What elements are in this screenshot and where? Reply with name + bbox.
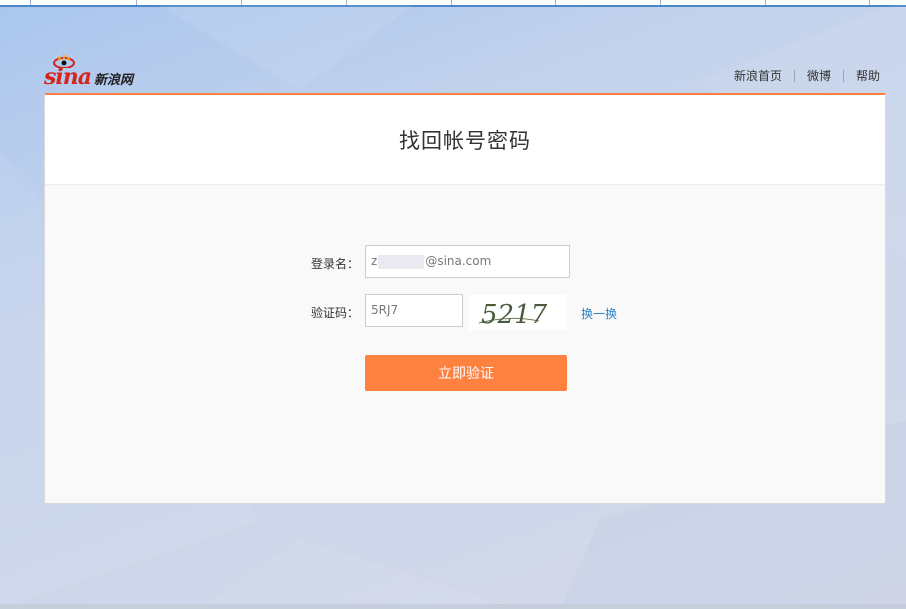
captcha-graphic: 5217 xyxy=(478,300,548,330)
refresh-captcha-link[interactable]: 换一换 xyxy=(581,305,617,322)
username-suffix: @sina.com xyxy=(425,254,492,268)
nav-divider xyxy=(793,69,795,82)
nav-help-link[interactable]: 帮助 xyxy=(856,67,880,84)
page-title: 找回帐号密码 xyxy=(399,128,531,153)
nav-divider xyxy=(842,69,844,82)
captcha-image[interactable]: 5217 xyxy=(469,295,567,330)
bottom-strip xyxy=(0,604,906,609)
sina-logo[interactable]: sina 新浪网 xyxy=(44,54,154,90)
nav-sina-home-link[interactable]: 新浪首页 xyxy=(734,67,782,84)
captcha-text: 5217 xyxy=(481,300,548,330)
captcha-input-value: 5RJ7 xyxy=(371,303,399,317)
verify-button[interactable]: 立即验证 xyxy=(365,355,567,391)
username-label: 登录名： xyxy=(310,257,359,271)
captcha-label: 验证码： xyxy=(310,306,359,320)
recover-panel: 找回帐号密码 登录名： z @sina.com 验证码： 5RJ7 5217 换一… xyxy=(44,93,886,504)
captcha-input[interactable]: 5RJ7 xyxy=(365,294,463,327)
logo-subtext: 新浪网 xyxy=(94,73,134,88)
username-input[interactable]: z @sina.com xyxy=(365,245,570,278)
top-nav: 新浪首页 微博 帮助 xyxy=(734,67,880,84)
username-prefix: z xyxy=(371,254,378,268)
username-redaction xyxy=(378,254,425,269)
panel-header: 找回帐号密码 xyxy=(45,95,885,185)
logo-text: sina xyxy=(44,64,92,90)
nav-weibo-link[interactable]: 微博 xyxy=(807,67,831,84)
